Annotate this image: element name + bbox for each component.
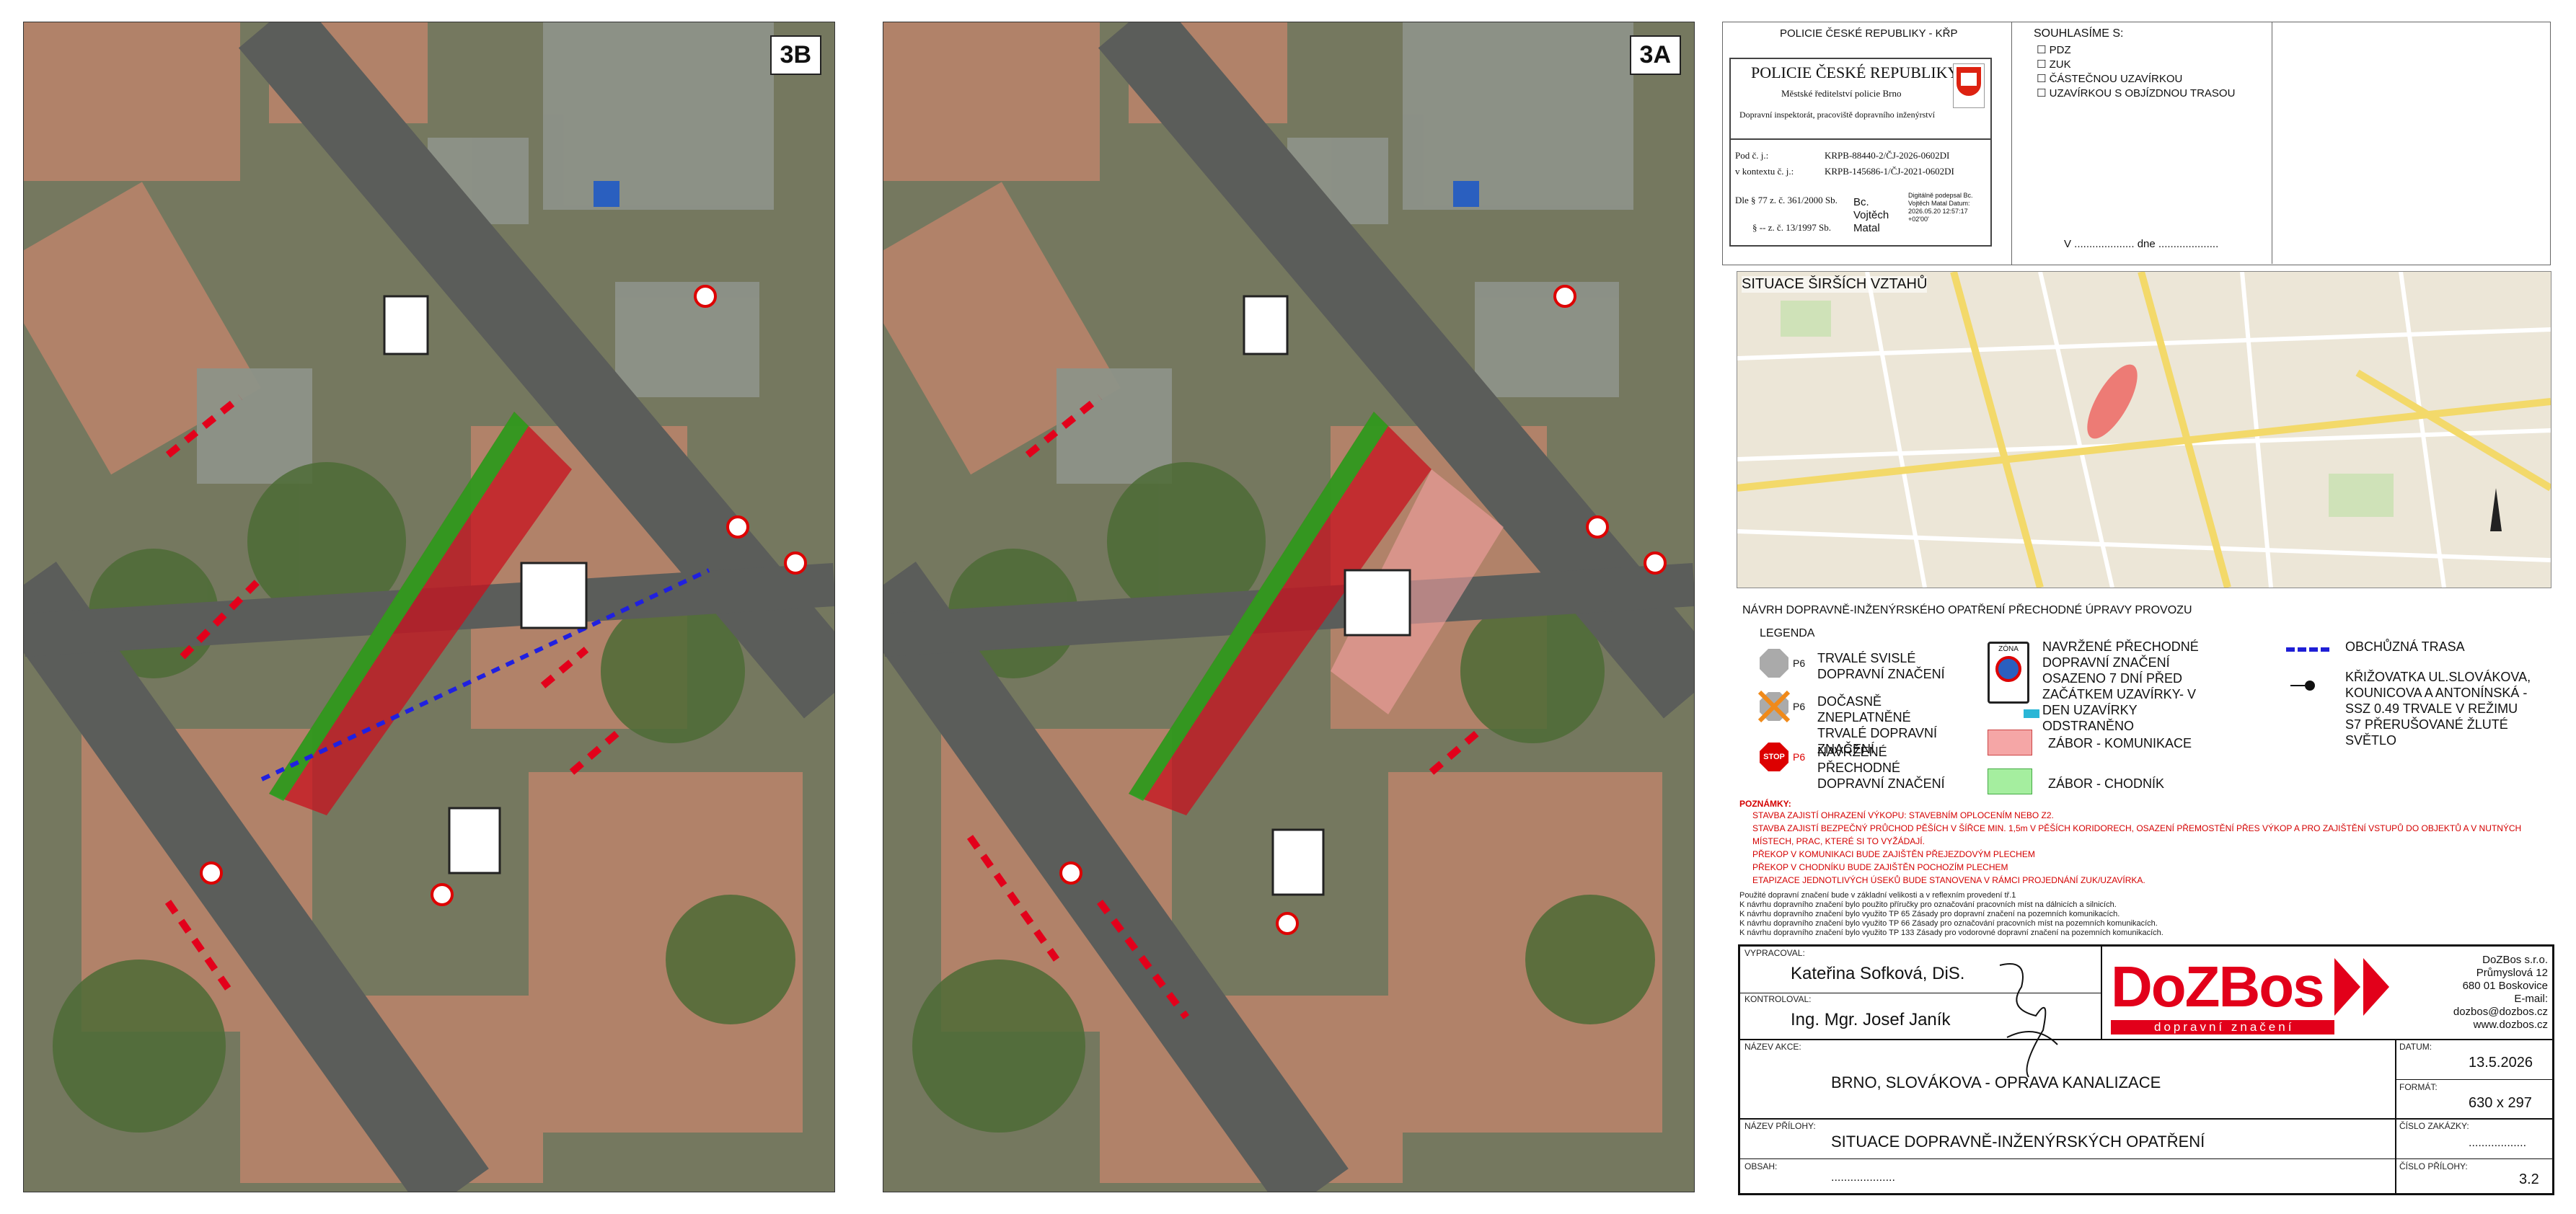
- cross-icon: [1757, 690, 1791, 723]
- digital-signature: Digitálně podepsal Bc. Vojtěch Matal Dat…: [1908, 192, 1973, 223]
- checked-by: Ing. Mgr. Josef Janík: [1791, 1010, 1951, 1029]
- order-value: ..................: [2469, 1137, 2527, 1149]
- company-city: 680 01 Boskovice: [2462, 980, 2548, 992]
- map-variant-label: 3B: [769, 35, 821, 75]
- attachment-name: SITUACE DOPRAVNĚ-INŽENÝRSKÝCH OPATŘENÍ: [1831, 1133, 2205, 1151]
- police-stamp: POLICIE ČESKÉ REPUBLIKY Městské ředitels…: [1729, 58, 1992, 140]
- agreement-title: SOUHLASÍME S:: [2034, 27, 2124, 40]
- legend-item-junction: KŘIŽOVATKA UL.SLOVÁKOVA, KOUNICOVA A ANT…: [2345, 670, 2531, 748]
- note-line: STAVBA ZAJISTÍ BEZPEČNÝ PRŮCHOD PĚŠÍCH V…: [1752, 823, 2522, 833]
- agreement-option: ČÁSTEČNOU UZAVÍRKOU: [2049, 73, 2183, 85]
- legend-item-permanent: TRVALÉ SVISLÉ DOPRAVNÍ ZNAČENÍ: [1817, 651, 1945, 681]
- fine-print: K návrhu dopravního značení bylo použito…: [1739, 900, 2117, 909]
- legend-symbol-zone-sign: ZÓNA: [1988, 642, 2029, 704]
- company-email: E-mail: dozbos@dozbos.cz: [2453, 993, 2548, 1018]
- content-label: OBSAH:: [1744, 1161, 1778, 1171]
- legend-item-proposed: NAVRŽENÉ PŘECHODNÉ DOPRAVNÍ ZNAČENÍ: [1817, 745, 1945, 791]
- title-block: VYPRACOVAL: Kateřina Sofková, DiS. KONTR…: [1738, 944, 2554, 1195]
- company-street: Průmyslová 12: [2476, 967, 2548, 979]
- zone-sign-text: ZÓNA: [1998, 645, 2019, 653]
- note-line: PŘEKOP V CHODNÍKU BUDE ZAJIŠTĚN POCHOZÍM…: [1752, 862, 2008, 872]
- aerial-map-3a: [883, 22, 1694, 1192]
- note-line: ETAPIZACE JEDNOTLIVÝCH ÚSEKŮ BUDE STANOV…: [1752, 875, 2145, 885]
- police-header-box: POLICIE ČESKÉ REPUBLIKY - KŘP POLICIE ČE…: [1722, 22, 2551, 265]
- checkbox-icon[interactable]: ☐: [2037, 44, 2046, 56]
- date-label: DATUM:: [2399, 1042, 2432, 1052]
- legend-symbol-stop: STOP: [1760, 743, 1788, 771]
- law-line-1: Dle § 77 z. č. 361/2000 Sb.: [1735, 195, 1838, 205]
- legend-swatch-road: [1988, 730, 2032, 756]
- attachment-label: NÁZEV PŘÍLOHY:: [1744, 1121, 1816, 1131]
- traffic-light-icon: [2305, 681, 2315, 691]
- agreement-options: ☐ PDZ ☐ ZUK ☐ ČÁSTEČNOU UZAVÍRKOU ☐ UZAV…: [2037, 43, 2235, 101]
- legend-code: P6: [1793, 657, 1806, 669]
- attachment-no-label: ČÍSLO PŘÍLOHY:: [2399, 1161, 2468, 1171]
- format-value: 630 x 297: [2469, 1095, 2532, 1111]
- legend-item-detour: OBCHŮZNÁ TRASA: [2345, 639, 2465, 654]
- fine-print: K návrhu dopravního značení bylo využito…: [1739, 910, 2120, 918]
- context-map-title: SITUACE ŠIRŠÍCH VZTAHŮ: [1742, 276, 1928, 293]
- legend-symbol-detour: [2286, 647, 2329, 652]
- context-map-graphic: [1737, 272, 2551, 588]
- checkbox-icon[interactable]: ☐: [2037, 58, 2046, 71]
- context-map: SITUACE ŠIRŠÍCH VZTAHŮ: [1737, 271, 2551, 588]
- logo-chevron-icon: [2334, 958, 2360, 1016]
- law-line-2: § -- z. č. 13/1997 Sb.: [1752, 222, 1832, 233]
- stamp-line1: Městské ředitelství policie Brno: [1781, 88, 1902, 99]
- police-top-title: POLICIE ČESKÉ REPUBLIKY - KŘP: [1780, 27, 1958, 40]
- legend-heading: NÁVRH DOPRAVNĚ-INŽENÝRSKÉHO OPATŘENÍ PŘE…: [1742, 604, 2192, 616]
- agreement-option: UZAVÍRKOU S OBJÍZDNOU TRASOU: [2049, 87, 2236, 99]
- handwritten-signature: [1999, 963, 2058, 1078]
- note-line: STAVBA ZAJISTÍ OHRAZENÍ VÝKOPU: STAVEBNÍ…: [1752, 810, 2054, 820]
- date-value: 13.5.2026: [2469, 1055, 2533, 1071]
- legend-item-walk: ZÁBOR - CHODNÍK: [2048, 776, 2165, 791]
- checkbox-icon[interactable]: ☐: [2037, 87, 2046, 99]
- agreement-date-line: V .................... dne .............…: [2064, 238, 2219, 250]
- ref-label-1: Pod č. j.:: [1735, 150, 1769, 161]
- action-name: BRNO, SLOVÁKOVA - OPRAVA KANALIZACE: [1831, 1073, 2161, 1091]
- police-emblem-icon: [1953, 63, 1985, 108]
- stamp-line2: Dopravní inspektorát, pracoviště dopravn…: [1739, 110, 1935, 120]
- logo-subtitle: dopravní značení: [2154, 1020, 2295, 1034]
- legend-item-advance: NAVRŽENÉ PŘECHODNÉ DOPRAVNÍ ZNAČENÍ OSAZ…: [2042, 639, 2199, 733]
- legend-swatch-walk: [1988, 768, 2032, 794]
- stamp-title: POLICIE ČESKÉ REPUBLIKY: [1751, 63, 1959, 81]
- legend-title: LEGENDA: [1760, 627, 1815, 639]
- fine-print: K návrhu dopravního značení bylo využito…: [1739, 929, 2163, 937]
- map-panel-3b: 3B: [23, 22, 835, 1192]
- legend-symbol-permanent: [1760, 649, 1788, 678]
- ref-label-2: v kontextu č. j.:: [1735, 166, 1794, 177]
- action-label: NÁZEV AKCE:: [1744, 1042, 1801, 1052]
- ref-value-2: KRPB-145686-1/ČJ-2021-0602DI: [1825, 166, 1954, 177]
- prepared-by: Kateřina Sofková, DiS.: [1791, 964, 1965, 983]
- prepared-label: VYPRACOVAL:: [1744, 948, 1805, 958]
- attachment-no-value: 3.2: [2519, 1171, 2539, 1187]
- agreement-option: ZUK: [2049, 58, 2071, 71]
- fine-print: Použité dopravní značení bude v základní…: [1739, 891, 2016, 900]
- note-line: PŘEKOP V KOMUNIKACI BUDE ZAJIŠTĚN PŘEJEZ…: [1752, 849, 2035, 859]
- checked-label: KONTROLOVAL:: [1744, 994, 1812, 1004]
- legend-item-road: ZÁBOR - KOMUNIKACE: [2048, 736, 2192, 750]
- company-logo: DoZBos dopravní značení: [2111, 951, 2421, 1034]
- content-value: ....................: [1831, 1171, 1895, 1184]
- company-web: www.dozbos.cz: [2473, 1019, 2548, 1031]
- order-label: ČÍSLO ZAKÁZKY:: [2399, 1121, 2469, 1131]
- agreement-option: PDZ: [2049, 44, 2071, 56]
- checkbox-icon[interactable]: ☐: [2037, 73, 2046, 85]
- format-label: FORMÁT:: [2399, 1082, 2438, 1092]
- signer-name: Bc. Vojtěch Matal: [1853, 196, 1889, 234]
- ref-value-1: KRPB-88440-2/ČJ-2026-0602DI: [1825, 150, 1950, 161]
- logo-text: DoZBos: [2111, 954, 2325, 1019]
- company-name: DoZBos s.r.o.: [2482, 954, 2548, 966]
- legend-code: P6: [1793, 701, 1806, 712]
- note-line: MÍSTECH, PRAC, KTERÉ SI TO VYŽÁDAJÍ.: [1752, 836, 1925, 846]
- map-variant-label: 3A: [1629, 35, 1681, 75]
- fine-print: K návrhu dopravního značení bylo využito…: [1739, 919, 2158, 928]
- map-panel-3a: 3A: [883, 22, 1695, 1192]
- legend-code: P6: [1793, 751, 1806, 763]
- aerial-map-3b: [24, 22, 834, 1192]
